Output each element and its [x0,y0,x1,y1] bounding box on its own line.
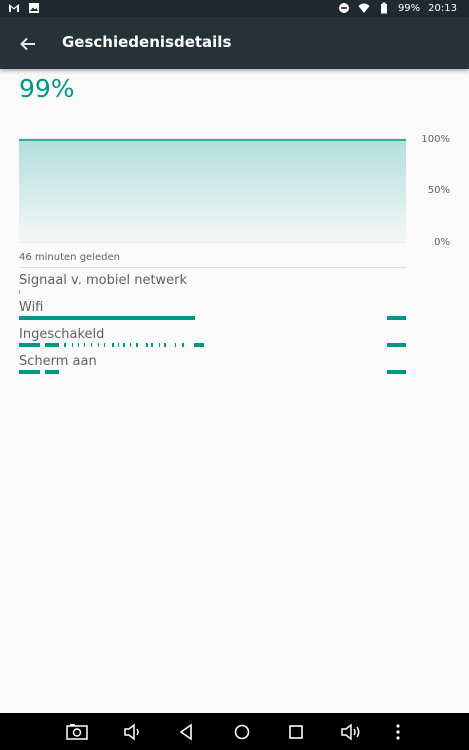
screen-on-bar [19,370,406,374]
awake-bar [19,343,406,347]
volume-up-icon[interactable] [340,721,362,743]
menu-icon[interactable] [387,721,409,743]
volume-down-icon[interactable] [122,721,144,743]
back-icon[interactable] [176,721,198,743]
home-icon[interactable] [231,721,253,743]
navigation-bar [0,713,469,750]
wifi-bar-end [387,316,406,320]
activity-bars [19,290,406,374]
wifi-bar [19,316,195,320]
recents-icon[interactable] [285,721,307,743]
screenshot-icon[interactable] [66,721,88,743]
mobile-signal-bar [19,290,20,294]
